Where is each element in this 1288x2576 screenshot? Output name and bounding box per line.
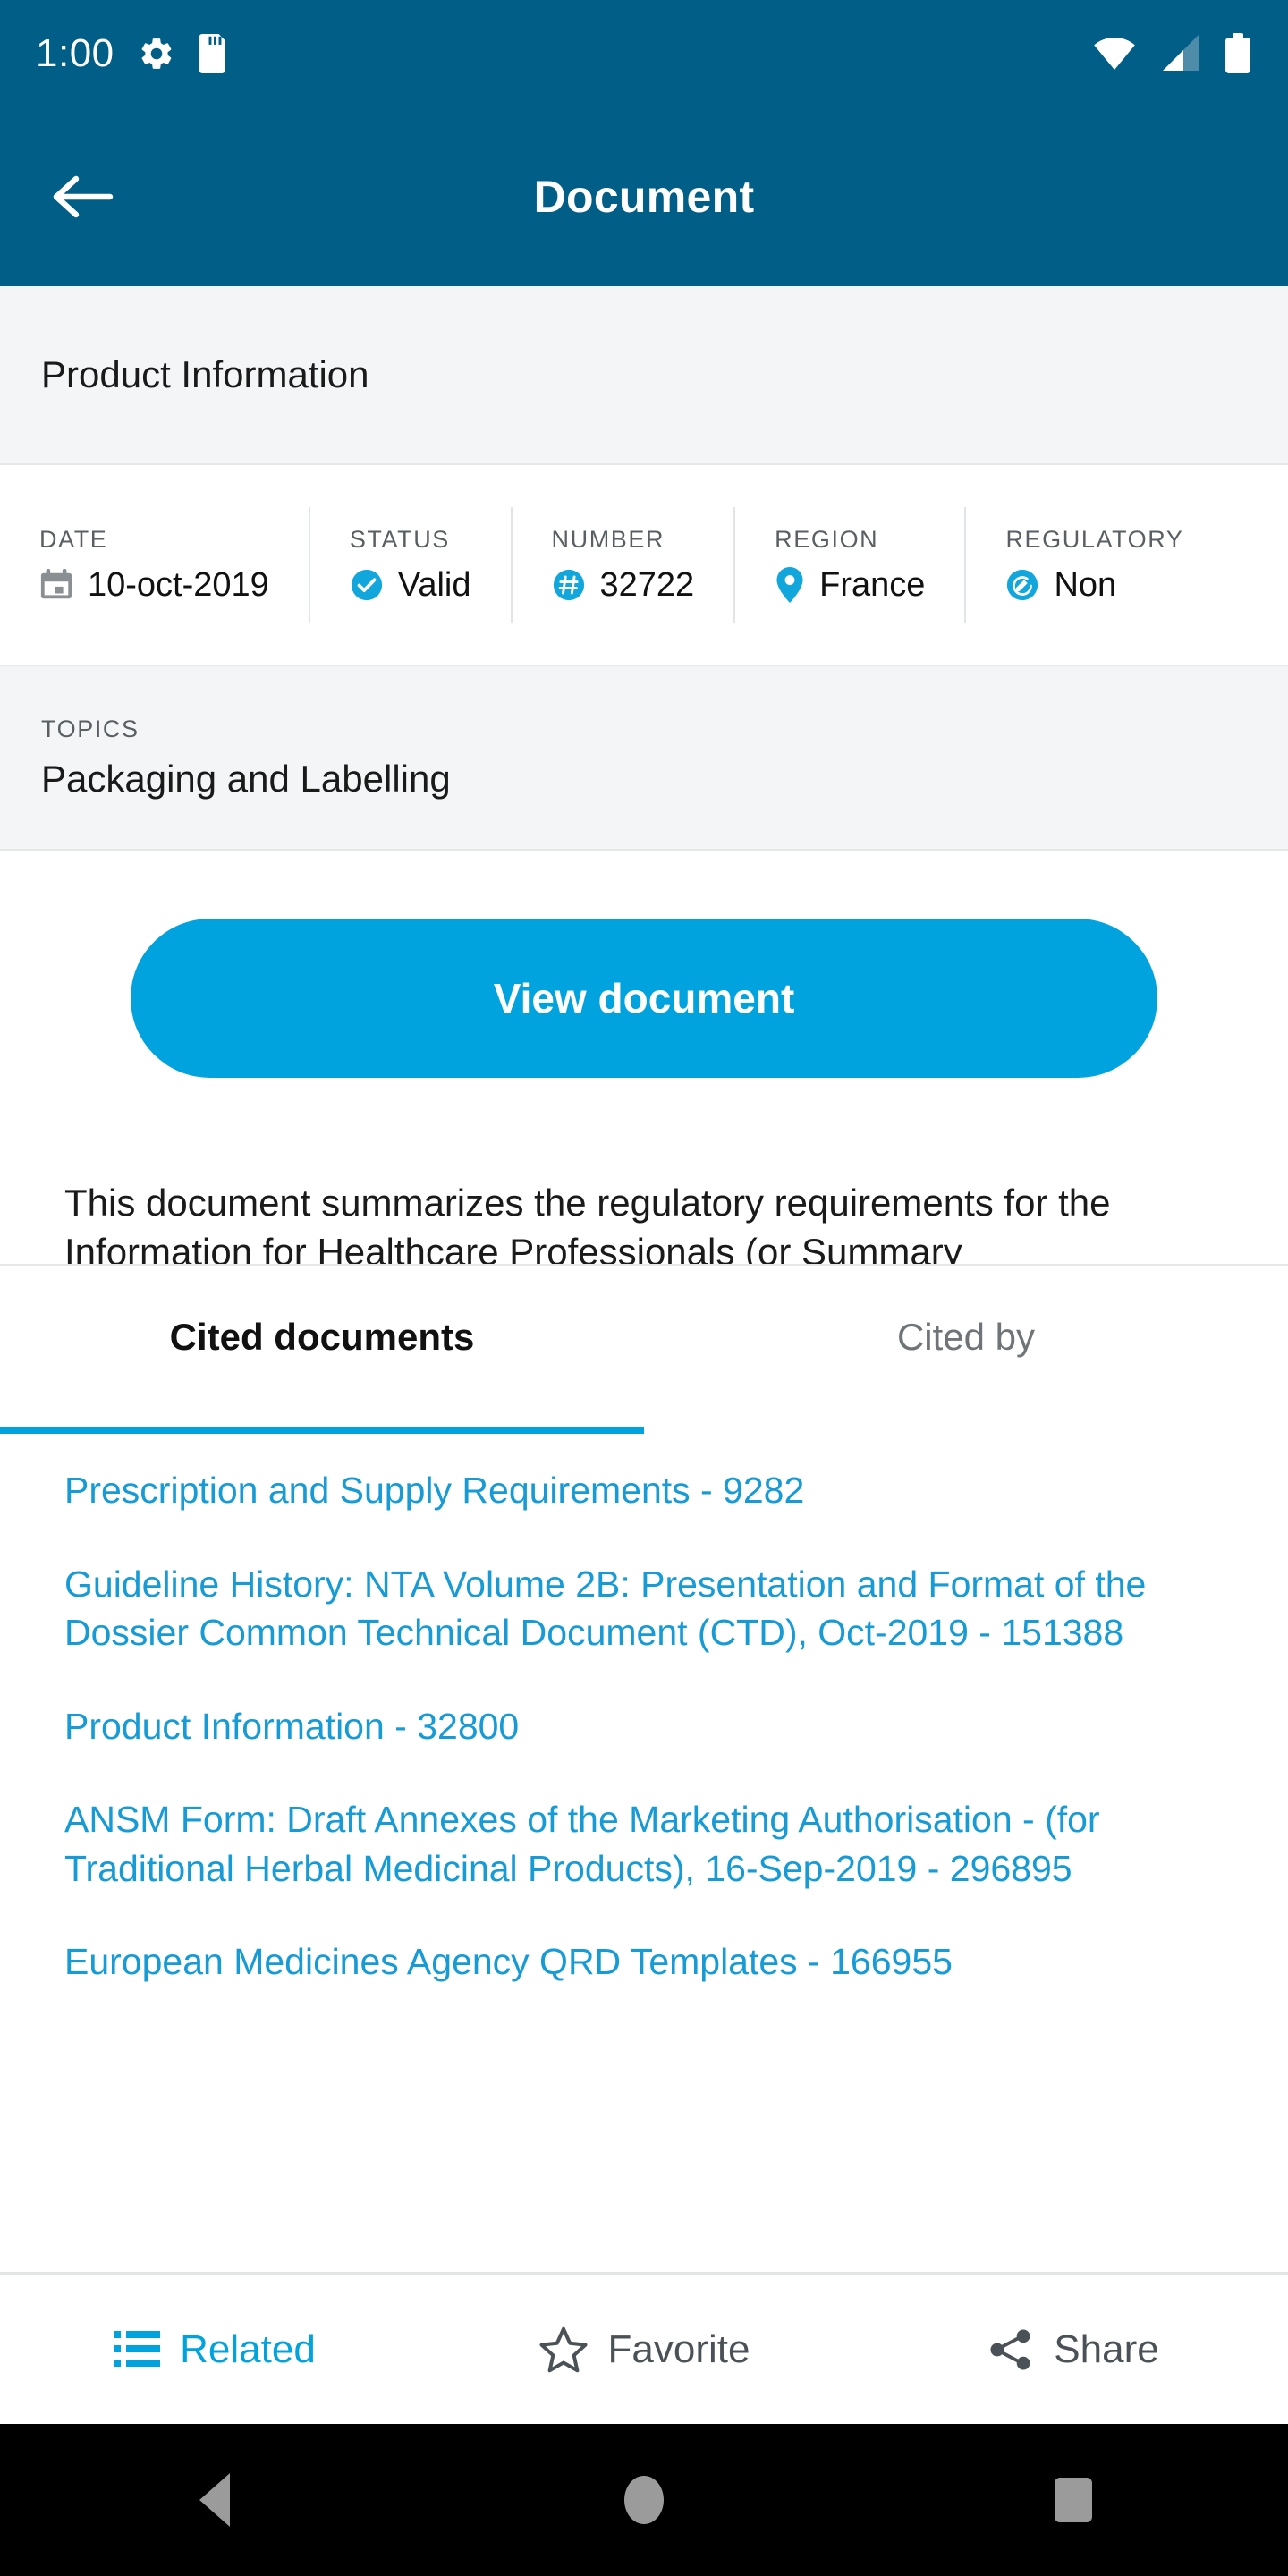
metadata-value-regulatory: Non — [1054, 565, 1117, 604]
nav-recents-button[interactable] — [984, 2424, 1163, 2576]
metadata-value-number-wrap: 32722 — [552, 565, 695, 605]
metadata-row[interactable]: DATE 10-oct-2019 STATUS Valid NUMBER 327… — [0, 465, 1288, 666]
metadata-cell-status: STATUS Valid — [310, 506, 513, 623]
back-arrow-icon — [51, 170, 115, 224]
metadata-label-status: STATUS — [349, 525, 450, 553]
list-item[interactable]: Product Information - 32800 — [64, 1702, 1224, 1751]
check-circle-icon — [350, 568, 384, 602]
sd-card-icon — [199, 34, 229, 73]
related-label: Related — [180, 2326, 316, 2371]
gear-icon — [138, 35, 175, 72]
favorite-button[interactable]: Favorite — [429, 2326, 859, 2374]
related-button[interactable]: Related — [0, 2327, 429, 2372]
android-navigation-bar — [0, 2424, 1288, 2576]
page-title: Document — [533, 172, 755, 222]
document-subtitle: Product Information — [41, 353, 369, 395]
metadata-value-date-wrap: 10-oct-2019 — [39, 566, 269, 605]
metadata-label-number: NUMBER — [551, 525, 665, 553]
metadata-cell-regulatory: REGULATORY Non — [966, 507, 1223, 623]
calendar-icon — [39, 568, 73, 602]
tab-cited-by[interactable]: Cited by — [644, 1266, 1288, 1434]
bottom-action-bar: Related Favorite Share — [0, 2272, 1288, 2424]
status-bar-left: 1:00 — [36, 34, 229, 73]
location-pin-icon — [775, 567, 805, 603]
star-outline-icon — [538, 2326, 589, 2374]
metadata-label-date: DATE — [39, 525, 108, 553]
list-icon — [114, 2329, 161, 2370]
edit-circle-icon — [1005, 568, 1039, 602]
nav-home-button[interactable] — [555, 2424, 733, 2576]
view-document-button[interactable]: View document — [131, 919, 1157, 1078]
tab-active-indicator — [0, 1427, 644, 1434]
metadata-value-date: 10-oct-2019 — [88, 565, 269, 604]
metadata-value-status-wrap: Valid — [350, 566, 471, 605]
metadata-cell-date: DATE 10-oct-2019 — [0, 506, 310, 623]
list-item[interactable]: Prescription and Supply Requirements - 9… — [64, 1466, 1224, 1515]
metadata-cell-region: REGION France — [735, 506, 967, 623]
favorite-label: Favorite — [607, 2326, 750, 2371]
list-item[interactable]: ANSM Form: Draft Annexes of the Marketin… — [64, 1795, 1224, 1893]
document-subtitle-band: Product Information — [0, 286, 1288, 465]
metadata-value-region-wrap: France — [775, 566, 925, 605]
nav-home-circle-icon — [624, 2476, 664, 2524]
phone-screen: 1:00 Document Product Information DATE 1… — [0, 0, 1288, 2576]
tab-bar: Cited documents Cited by — [0, 1264, 1288, 1434]
cellular-signal-icon — [1159, 35, 1200, 72]
status-bar: 1:00 — [0, 0, 1288, 107]
hash-circle-icon — [552, 568, 586, 602]
list-item[interactable]: Guideline History: NTA Volume 2B: Presen… — [64, 1560, 1224, 1657]
app-bar: Document — [0, 107, 1288, 286]
wifi-icon — [1093, 36, 1136, 72]
status-time: 1:00 — [36, 31, 114, 75]
tab-cited-documents[interactable]: Cited documents — [0, 1266, 644, 1434]
share-icon — [987, 2326, 1034, 2373]
nav-back-triangle-icon — [199, 2473, 230, 2527]
metadata-label-region: REGION — [775, 525, 879, 553]
metadata-label-regulatory: REGULATORY — [1005, 525, 1184, 553]
nav-recents-square-icon — [1055, 2478, 1092, 2522]
metadata-value-regulatory-wrap: Non — [1005, 566, 1183, 605]
cta-container: View document — [0, 851, 1288, 1078]
status-bar-right — [1093, 33, 1252, 74]
metadata-cell-number: NUMBER 32722 — [513, 506, 736, 623]
metadata-value-number: 32722 — [599, 565, 695, 604]
list-item[interactable]: European Medicines Agency QRD Templates … — [64, 1937, 1224, 1987]
back-button[interactable] — [16, 130, 150, 264]
battery-icon — [1224, 33, 1252, 74]
share-label: Share — [1054, 2326, 1159, 2371]
topics-label: TOPICS — [41, 715, 140, 742]
metadata-value-region: France — [819, 565, 926, 604]
document-description: This document summarizes the regulatory … — [64, 1182, 1111, 1264]
share-button[interactable]: Share — [859, 2326, 1288, 2373]
metadata-value-status: Valid — [397, 565, 471, 604]
cited-documents-list: Prescription and Supply Requirements - 9… — [0, 1434, 1288, 2272]
nav-back-button[interactable] — [125, 2424, 304, 2576]
topics-value: Packaging and Labelling — [41, 757, 451, 800]
topics-band: TOPICS Packaging and Labelling — [0, 666, 1288, 851]
